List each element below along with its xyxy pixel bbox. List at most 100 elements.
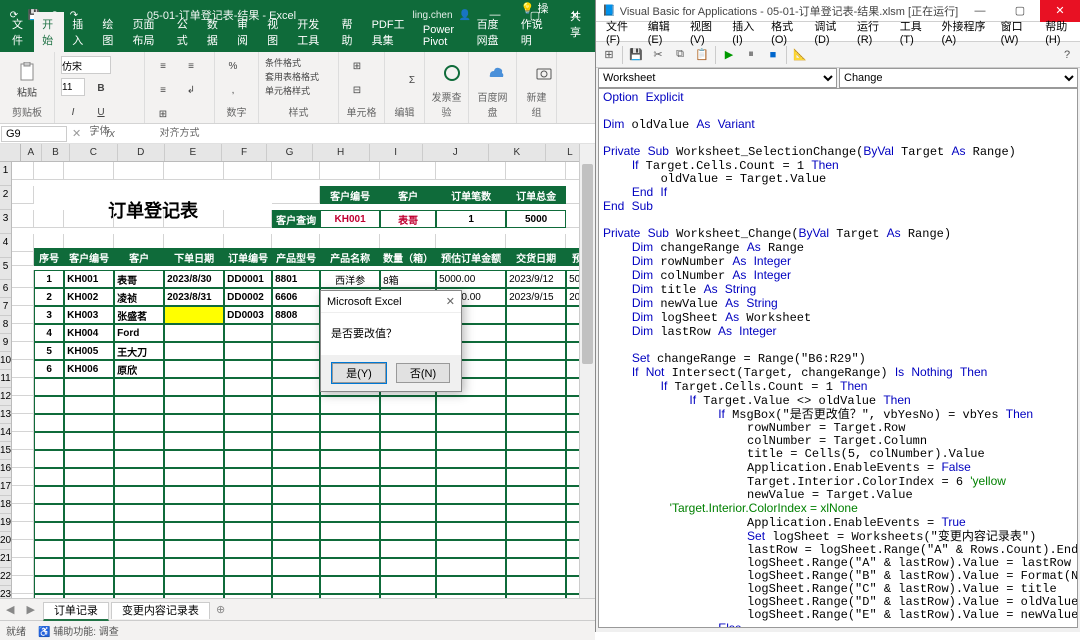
vba-procedure-dropdown[interactable]: Change [840,69,1077,87]
row-header[interactable]: 5 [0,258,11,280]
underline-button[interactable]: U [89,102,113,122]
fx-icon[interactable]: fx [102,128,118,140]
row-header[interactable]: 20 [0,532,11,550]
vba-menu-item[interactable]: 窗口(W) [995,16,1038,48]
row-header[interactable]: 21 [0,550,11,568]
row-header[interactable]: 11 [0,370,11,388]
row-header[interactable]: 18 [0,496,11,514]
confirm-fx-icon[interactable]: ✓ [85,127,102,140]
ribbon-tab[interactable]: 开始 [34,12,64,52]
column-header[interactable]: D [118,144,165,161]
select-all-corner[interactable] [0,144,21,161]
vba-help-icon[interactable]: ? [1058,46,1076,64]
row-header[interactable]: 23 [0,586,11,598]
cancel-fx-icon[interactable]: ✕ [68,127,85,140]
vba-paste-icon[interactable]: 📋 [693,46,711,64]
sheet-tab[interactable]: 变更内容记录表 [111,602,210,619]
row-header[interactable]: 3 [0,210,11,234]
column-header[interactable]: F [222,144,267,161]
merge-icon[interactable]: ⊞ [151,104,175,124]
vba-menu-item[interactable]: 文件(F) [600,16,640,48]
align-right-icon[interactable]: ≡ [151,80,175,100]
row-header[interactable]: 8 [0,316,11,334]
column-header[interactable]: H [313,144,370,161]
row-header[interactable]: 22 [0,568,11,586]
msgbox-yes-button[interactable]: 是(Y) [332,363,386,383]
column-header[interactable]: B [42,144,70,161]
ribbon-tab[interactable]: Power Pivot [415,20,469,52]
formula-bar[interactable] [118,133,595,135]
row-header[interactable]: 17 [0,478,11,496]
delete-cell-icon[interactable]: ⊟ [345,80,369,100]
vba-copy-icon[interactable]: ⧉ [671,46,689,64]
vba-menu-item[interactable]: 插入(I) [726,16,763,48]
vba-menu-item[interactable]: 运行(R) [851,16,892,48]
vertical-scrollbar[interactable] [579,144,595,598]
row-header[interactable]: 14 [0,424,11,442]
vba-menu-item[interactable]: 工具(T) [894,16,934,48]
vba-menu-item[interactable]: 视图(V) [684,16,724,48]
table-format-button[interactable]: 套用表格格式 [265,70,319,83]
column-header[interactable]: J [423,144,489,161]
camera-button[interactable] [523,56,565,89]
vba-menu-item[interactable]: 调试(D) [808,16,849,48]
row-header[interactable]: 4 [0,234,11,258]
vba-menu-item[interactable]: 格式(O) [765,16,806,48]
tell-me[interactable]: 💡 操作说明 [513,0,558,52]
row-header[interactable]: 13 [0,406,11,424]
share-button[interactable]: 共享 [562,4,589,44]
font-size-input[interactable] [61,78,85,96]
vba-menu-item[interactable]: 帮助(H) [1039,16,1080,48]
row-header[interactable]: 15 [0,442,11,460]
name-box[interactable]: G9 [1,126,67,142]
comma-icon[interactable]: , [221,80,245,100]
excel-user[interactable]: ling.chen👤 [355,10,475,21]
vba-view-excel-icon[interactable]: ⊞ [600,46,618,64]
msgbox-close-icon[interactable]: ✕ [446,295,455,308]
sheet-nav-next-icon[interactable]: ▶ [20,603,40,616]
msgbox-no-button[interactable]: 否(N) [396,363,450,383]
vba-reset-icon[interactable]: ■ [764,46,782,64]
percent-icon[interactable]: % [221,56,245,76]
column-header[interactable]: K [489,144,546,161]
vba-run-icon[interactable]: ▶ [720,46,738,64]
row-header[interactable]: 6 [0,280,11,298]
vba-design-icon[interactable]: 📐 [791,46,809,64]
vba-save-icon[interactable]: 💾 [627,46,645,64]
row-header[interactable]: 10 [0,352,11,370]
cell-styles-button[interactable]: 单元格样式 [265,84,310,97]
align-center-icon[interactable]: ≡ [179,56,203,76]
vba-menu-item[interactable]: 外接程序(A) [935,16,992,48]
row-header[interactable]: 19 [0,514,11,532]
row-header[interactable]: 1 [0,162,11,186]
baidu-save-button[interactable] [475,56,517,89]
sheet-nav-prev-icon[interactable]: ◀ [0,603,20,616]
column-header[interactable]: A [21,144,42,161]
vba-menu-item[interactable]: 编辑(E) [642,16,682,48]
column-header[interactable]: C [70,144,117,161]
column-header[interactable]: I [370,144,423,161]
insert-cell-icon[interactable]: ⊞ [345,56,369,76]
row-header[interactable]: 2 [0,186,11,210]
new-sheet-icon[interactable]: ⊕ [210,603,231,616]
bold-button[interactable]: B [89,78,113,98]
vba-cut-icon[interactable]: ✂ [649,46,667,64]
row-header[interactable]: 12 [0,388,11,406]
column-header[interactable]: E [165,144,222,161]
cells-area[interactable]: 订单登记表客户编号客户订单笔数订单总金客户查询KH001表哥15000序号客户编… [12,162,595,598]
align-left-icon[interactable]: ≡ [151,56,175,76]
wrap-text-icon[interactable]: ↲ [179,80,203,100]
row-header[interactable]: 9 [0,334,11,352]
invoice-button[interactable] [431,56,473,89]
vba-code-editor[interactable]: Option Explicit Dim oldValue As Variant … [598,88,1078,628]
sheet-tab[interactable]: 订单记录 [43,602,109,621]
font-name-input[interactable] [61,56,111,74]
row-header[interactable]: 7 [0,298,11,316]
cond-format-button[interactable]: 条件格式 [265,56,301,69]
paste-button[interactable]: 粘贴 [6,56,48,104]
italic-button[interactable]: I [61,102,85,122]
ribbon-tab[interactable]: 百度网盘 [469,12,513,52]
ribbon-tab[interactable]: 文件 [4,12,34,52]
column-header[interactable]: G [267,144,312,161]
vba-object-dropdown[interactable]: Worksheet [599,69,836,87]
